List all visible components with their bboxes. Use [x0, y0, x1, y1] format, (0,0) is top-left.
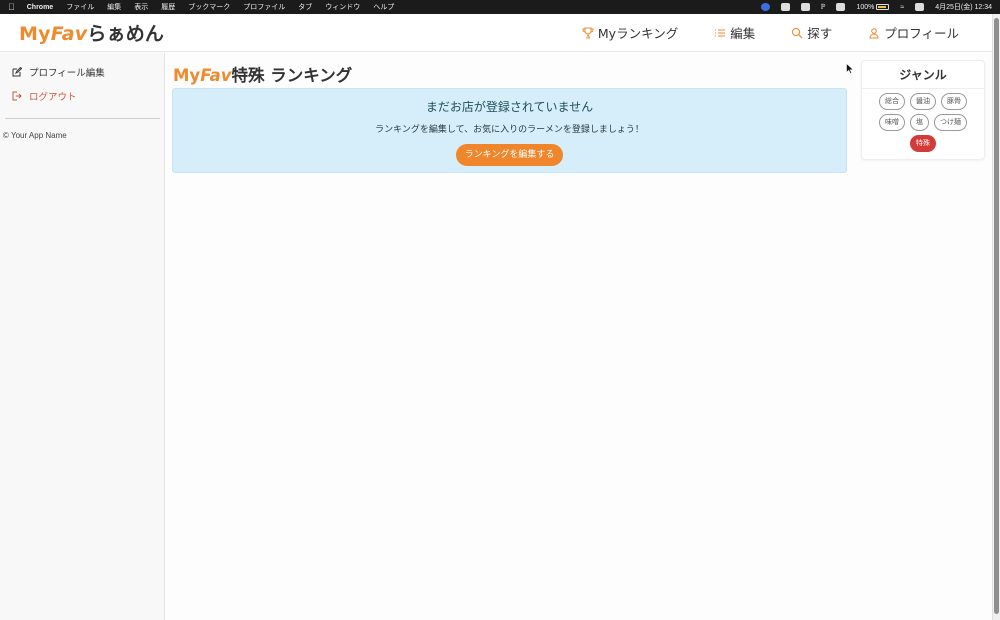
main-nav: Myランキング 編集 探す プロフィール: [582, 23, 959, 42]
trophy-icon: [582, 27, 594, 38]
page-title: MyFav特殊 ランキング: [173, 62, 352, 86]
brand-logo[interactable]: MyFavらぁめん: [19, 19, 164, 46]
genre-tags: 総合 醤油 豚骨 味噌 塩 つけ麺 特殊: [862, 89, 984, 152]
nav-search[interactable]: 探す: [791, 23, 832, 42]
battery-icon: [876, 4, 890, 10]
genre-tag-tonkotsu[interactable]: 豚骨: [941, 93, 967, 110]
status-area: ℙ 100% ≈ 4月25日(金) 12:34: [760, 2, 992, 12]
menu-history[interactable]: 履歴: [161, 2, 175, 12]
list-icon: [715, 29, 726, 36]
nav-edit[interactable]: 編集: [714, 23, 755, 42]
search-icon: [792, 27, 803, 38]
alert-text: ランキングを編集して、お気に入りのラーメンを登録しましょう！: [375, 125, 644, 135]
brand-ramen: らぁめん: [87, 23, 165, 45]
mouse-cursor-icon: [846, 63, 854, 74]
sidebar-divider: [5, 118, 160, 119]
record-icon[interactable]: [836, 3, 846, 11]
app-status-icon[interactable]: [800, 3, 810, 11]
menu-window[interactable]: ウィンドウ: [325, 2, 360, 12]
logout-icon: [12, 91, 22, 101]
page-scrollbar[interactable]: [992, 14, 1000, 620]
edit-icon: [12, 67, 22, 77]
genre-tag-shoyu[interactable]: 醤油: [910, 93, 936, 110]
bluetooth-icon[interactable]: ℙ: [821, 3, 826, 11]
nav-edit-label: 編集: [730, 26, 756, 41]
sidebar-edit-profile-label: プロフィール編集: [29, 68, 105, 79]
genre-tag-sogo[interactable]: 総合: [879, 93, 905, 110]
genre-tag-tsukemen[interactable]: つけ麺: [934, 114, 967, 131]
menu-view[interactable]: 表示: [134, 2, 148, 12]
menu-file[interactable]: ファイル: [66, 2, 94, 12]
app-header: MyFavらぁめん Myランキング 編集 探す プロフィール: [0, 14, 992, 52]
nav-profile[interactable]: プロフィール: [868, 23, 959, 42]
battery-indicator[interactable]: 100%: [856, 3, 890, 11]
user-icon: [869, 27, 879, 38]
menu-tab[interactable]: タブ: [298, 2, 312, 12]
nav-my-ranking[interactable]: Myランキング: [582, 23, 678, 42]
menu-edit[interactable]: 編集: [107, 2, 121, 12]
genre-tag-shio[interactable]: 塩: [910, 114, 929, 131]
wifi-icon[interactable]: ≈: [900, 4, 904, 11]
copyright: © Your App Name: [3, 131, 67, 140]
menu-bookmarks[interactable]: ブックマーク: [188, 2, 230, 12]
page-title-fav: Fav: [200, 66, 232, 85]
sidebar-logout[interactable]: ログアウト: [0, 84, 164, 108]
genre-tag-tokushu[interactable]: 特殊: [910, 135, 936, 152]
genre-card: ジャンル 総合 醤油 豚骨 味噌 塩 つけ麺 特殊: [861, 60, 985, 160]
brand-my: My: [19, 23, 51, 45]
alert-title: まだお店が登録されていません: [425, 100, 594, 114]
sidebar-logout-label: ログアウト: [29, 92, 77, 103]
page-title-rest: 特殊 ランキング: [231, 66, 353, 85]
cloud-icon[interactable]: [780, 3, 790, 11]
control-center-icon[interactable]: [915, 3, 925, 11]
apple-icon[interactable]: : [8, 2, 15, 12]
sidebar-edit-profile[interactable]: プロフィール編集: [0, 60, 164, 84]
battery-percent: 100%: [856, 3, 875, 11]
os-menubar:  Chrome ファイル 編集 表示 履歴 ブックマーク プロファイル タブ …: [0, 0, 1000, 14]
menu-app-name[interactable]: Chrome: [27, 4, 53, 11]
page-title-my: My: [173, 66, 201, 85]
genre-title: ジャンル: [899, 68, 947, 82]
user-status-icon[interactable]: [760, 3, 770, 11]
clock[interactable]: 4月25日(金) 12:34: [935, 2, 992, 12]
empty-ranking-alert: まだお店が登録されていません ランキングを編集して、お気に入りのラーメンを登録し…: [172, 88, 847, 173]
edit-ranking-button[interactable]: ランキングを編集する: [455, 144, 564, 166]
nav-search-label: 探す: [807, 26, 833, 41]
nav-my-ranking-label: Myランキング: [597, 26, 679, 41]
genre-tag-miso[interactable]: 味噌: [879, 114, 905, 131]
menu-profiles[interactable]: プロファイル: [243, 2, 285, 12]
menu-help[interactable]: ヘルプ: [373, 2, 394, 12]
nav-profile-label: プロフィール: [884, 26, 959, 41]
sidebar: プロフィール編集 ログアウト © Your App Name: [0, 53, 165, 620]
brand-fav: Fav: [50, 23, 88, 45]
scrollbar-thumb[interactable]: [994, 18, 999, 614]
